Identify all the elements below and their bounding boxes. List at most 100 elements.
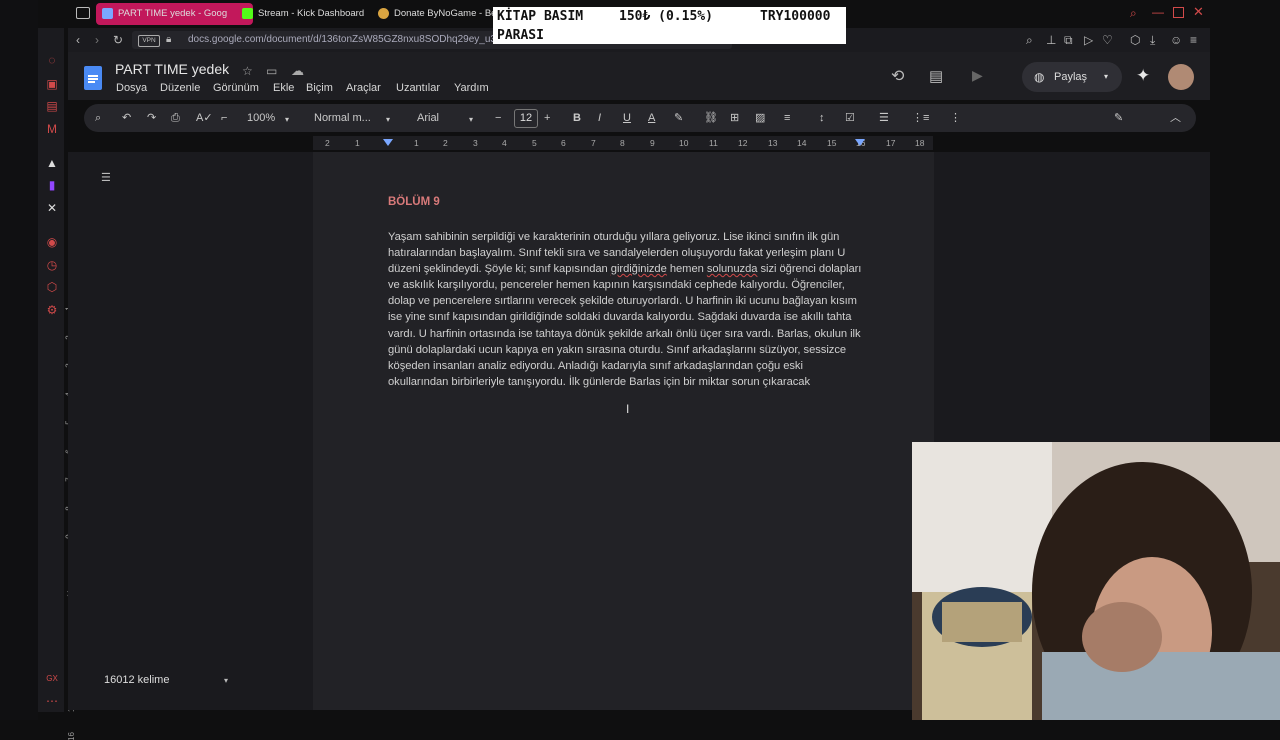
tab-switcher-icon[interactable] — [76, 7, 90, 19]
more-icon[interactable]: ⋯ — [45, 694, 59, 708]
more-tools-icon[interactable]: ⋮ — [950, 111, 961, 125]
twitch-icon[interactable]: ▮ — [45, 178, 59, 192]
url-text[interactable]: docs.google.com/document/d/136tonZsW85GZ… — [188, 33, 496, 47]
italic-icon[interactable]: I — [598, 111, 601, 125]
meet-icon[interactable]: ▶ — [972, 67, 983, 84]
align-icon[interactable]: ≡ — [784, 111, 790, 125]
style-dropdown-icon[interactable]: ▾ — [386, 113, 390, 127]
aria-icon[interactable]: ▲ — [45, 156, 59, 170]
outline-toggle-icon[interactable]: ☰ — [101, 171, 111, 184]
link-icon[interactable]: ⛓ — [704, 111, 718, 125]
chat-icon[interactable]: ▤ — [45, 99, 59, 113]
word-count[interactable]: 16012 kelime — [104, 674, 169, 686]
tab-donate[interactable]: Donate ByNoGame - Be — [372, 3, 512, 25]
profile-icon[interactable]: ☺ — [1170, 33, 1182, 47]
maximize-icon[interactable] — [1173, 7, 1184, 18]
gemini-icon[interactable]: ✦ — [1136, 66, 1150, 86]
player-icon[interactable]: ◉ — [45, 235, 59, 249]
spellcheck-word-1[interactable]: girdiğinizde — [611, 263, 667, 275]
version-history-icon[interactable]: ⟲ — [891, 66, 904, 86]
search-menus-icon[interactable]: ⌕ — [95, 111, 101, 125]
horizontal-ruler[interactable]: 2 1 1 2 3 4 5 6 7 8 9 10 11 12 13 14 15 16 17 18 — [313, 136, 933, 150]
tab-search-icon[interactable]: ⌕ — [1130, 6, 1137, 21]
download-icon[interactable]: ⤓ — [1150, 33, 1155, 47]
menu-icon[interactable]: ≡ — [1190, 33, 1197, 47]
close-icon[interactable]: ✕ — [1193, 4, 1204, 20]
reload-icon[interactable]: ↻ — [113, 33, 123, 47]
line-spacing-icon[interactable]: ↕ — [819, 111, 825, 125]
back-icon[interactable]: ‹ — [76, 33, 80, 47]
forward-icon[interactable]: › — [95, 33, 99, 47]
bold-icon[interactable]: B — [573, 111, 581, 125]
menu-help[interactable]: Yardım — [454, 82, 489, 94]
comments-icon[interactable]: ▤ — [929, 67, 943, 85]
move-folder-icon[interactable]: ▭ — [266, 64, 277, 78]
undo-icon[interactable]: ↶ — [122, 111, 131, 125]
avatar[interactable] — [1168, 64, 1194, 90]
body-paragraph[interactable]: Yaşam sahibinin serpildiği ve karakterin… — [388, 229, 864, 390]
decrease-font-icon[interactable]: − — [495, 111, 501, 125]
style-select[interactable]: Normal m... — [314, 111, 371, 125]
share-button[interactable]: ◍ Paylaş ▾ — [1022, 62, 1122, 92]
opera-gx-icon[interactable]: GX — [45, 672, 59, 686]
tab-kick[interactable]: Stream - Kick Dashboard — [236, 3, 386, 25]
numbered-list-icon[interactable]: ⋮≡ — [912, 111, 929, 125]
collapse-menu-icon[interactable]: ︿ — [1170, 111, 1181, 125]
ruler-tick-label: 2 — [325, 138, 330, 148]
tab-docs[interactable]: PART TIME yedek - Goog — [96, 3, 253, 25]
underline-icon[interactable]: U — [623, 111, 631, 125]
redo-icon[interactable]: ↷ — [147, 111, 156, 125]
messenger-icon[interactable]: ◌ — [45, 53, 59, 67]
pin-icon[interactable]: ⊥ — [1046, 33, 1056, 47]
history-icon[interactable]: ◷ — [45, 258, 59, 272]
ruler-tick-label: 15 — [827, 138, 837, 148]
lock-icon[interactable]: 🔒︎ — [166, 33, 171, 47]
right-margin — [934, 152, 1210, 442]
menu-tools[interactable]: Araçlar — [346, 82, 381, 94]
heart-icon[interactable]: ♡ — [1102, 33, 1113, 47]
settings-icon[interactable]: ⚙ — [45, 303, 59, 317]
docs-logo-icon[interactable] — [84, 66, 102, 90]
chapter-heading[interactable]: BÖLÜM 9 — [388, 196, 440, 208]
player-icon-small[interactable]: ▷ — [1084, 33, 1093, 47]
cloud-status-icon[interactable]: ☁ — [291, 63, 304, 79]
star-icon[interactable]: ☆ — [242, 64, 253, 78]
menu-format[interactable]: Biçim — [306, 82, 333, 94]
bulleted-list-icon[interactable]: ☰ — [879, 111, 889, 125]
image-icon[interactable]: ▨ — [755, 111, 765, 125]
font-select[interactable]: Arial — [417, 111, 439, 125]
extensions-icon-small[interactable]: ⬡ — [1130, 33, 1140, 47]
zoom-select[interactable]: 100% — [247, 111, 275, 125]
paint-format-icon[interactable]: ⌐ — [221, 111, 227, 125]
checklist-icon[interactable]: ☑ — [845, 111, 855, 125]
editing-mode-icon[interactable]: ✎ — [1114, 111, 1123, 125]
minimize-icon[interactable]: — — [1152, 5, 1164, 19]
spellcheck-word-2[interactable]: solunuzda — [707, 263, 758, 275]
word-count-dropdown-icon[interactable]: ▾ — [224, 676, 228, 685]
menu-view[interactable]: Görünüm — [213, 82, 259, 94]
zoom-dropdown-icon[interactable]: ▾ — [285, 113, 289, 127]
menu-insert[interactable]: Ekle — [273, 82, 294, 94]
bag-icon[interactable]: ▣ — [45, 77, 59, 91]
menu-extensions[interactable]: Uzantılar — [396, 82, 440, 94]
increase-font-icon[interactable]: + — [544, 111, 550, 125]
extensions-icon[interactable]: ⬡ — [45, 280, 59, 294]
vpn-badge[interactable]: VPN — [138, 35, 160, 47]
text-cursor-icon: I — [626, 402, 630, 416]
font-size-input[interactable]: 12 — [514, 109, 538, 128]
right-indent-marker-icon[interactable] — [855, 139, 865, 146]
spellcheck-icon[interactable]: A✓ — [196, 111, 213, 125]
text-color-icon[interactable]: A — [648, 111, 655, 125]
add-comment-icon[interactable]: ⊞ — [730, 111, 739, 125]
menu-edit[interactable]: Düzenle — [160, 82, 200, 94]
zoom-icon[interactable]: ⌕ — [1026, 33, 1033, 47]
menu-file[interactable]: Dosya — [116, 82, 147, 94]
gmail-icon[interactable]: M — [45, 122, 59, 136]
highlight-icon[interactable]: ✎ — [674, 111, 683, 125]
snapshot-icon[interactable]: ⧉ — [1064, 33, 1073, 47]
indent-marker-icon[interactable] — [383, 139, 393, 146]
x-icon[interactable]: ✕ — [45, 201, 59, 215]
print-icon[interactable]: ⎙ — [171, 111, 180, 125]
font-dropdown-icon[interactable]: ▾ — [469, 113, 473, 127]
document-title[interactable]: PART TIME yedek — [115, 61, 229, 77]
